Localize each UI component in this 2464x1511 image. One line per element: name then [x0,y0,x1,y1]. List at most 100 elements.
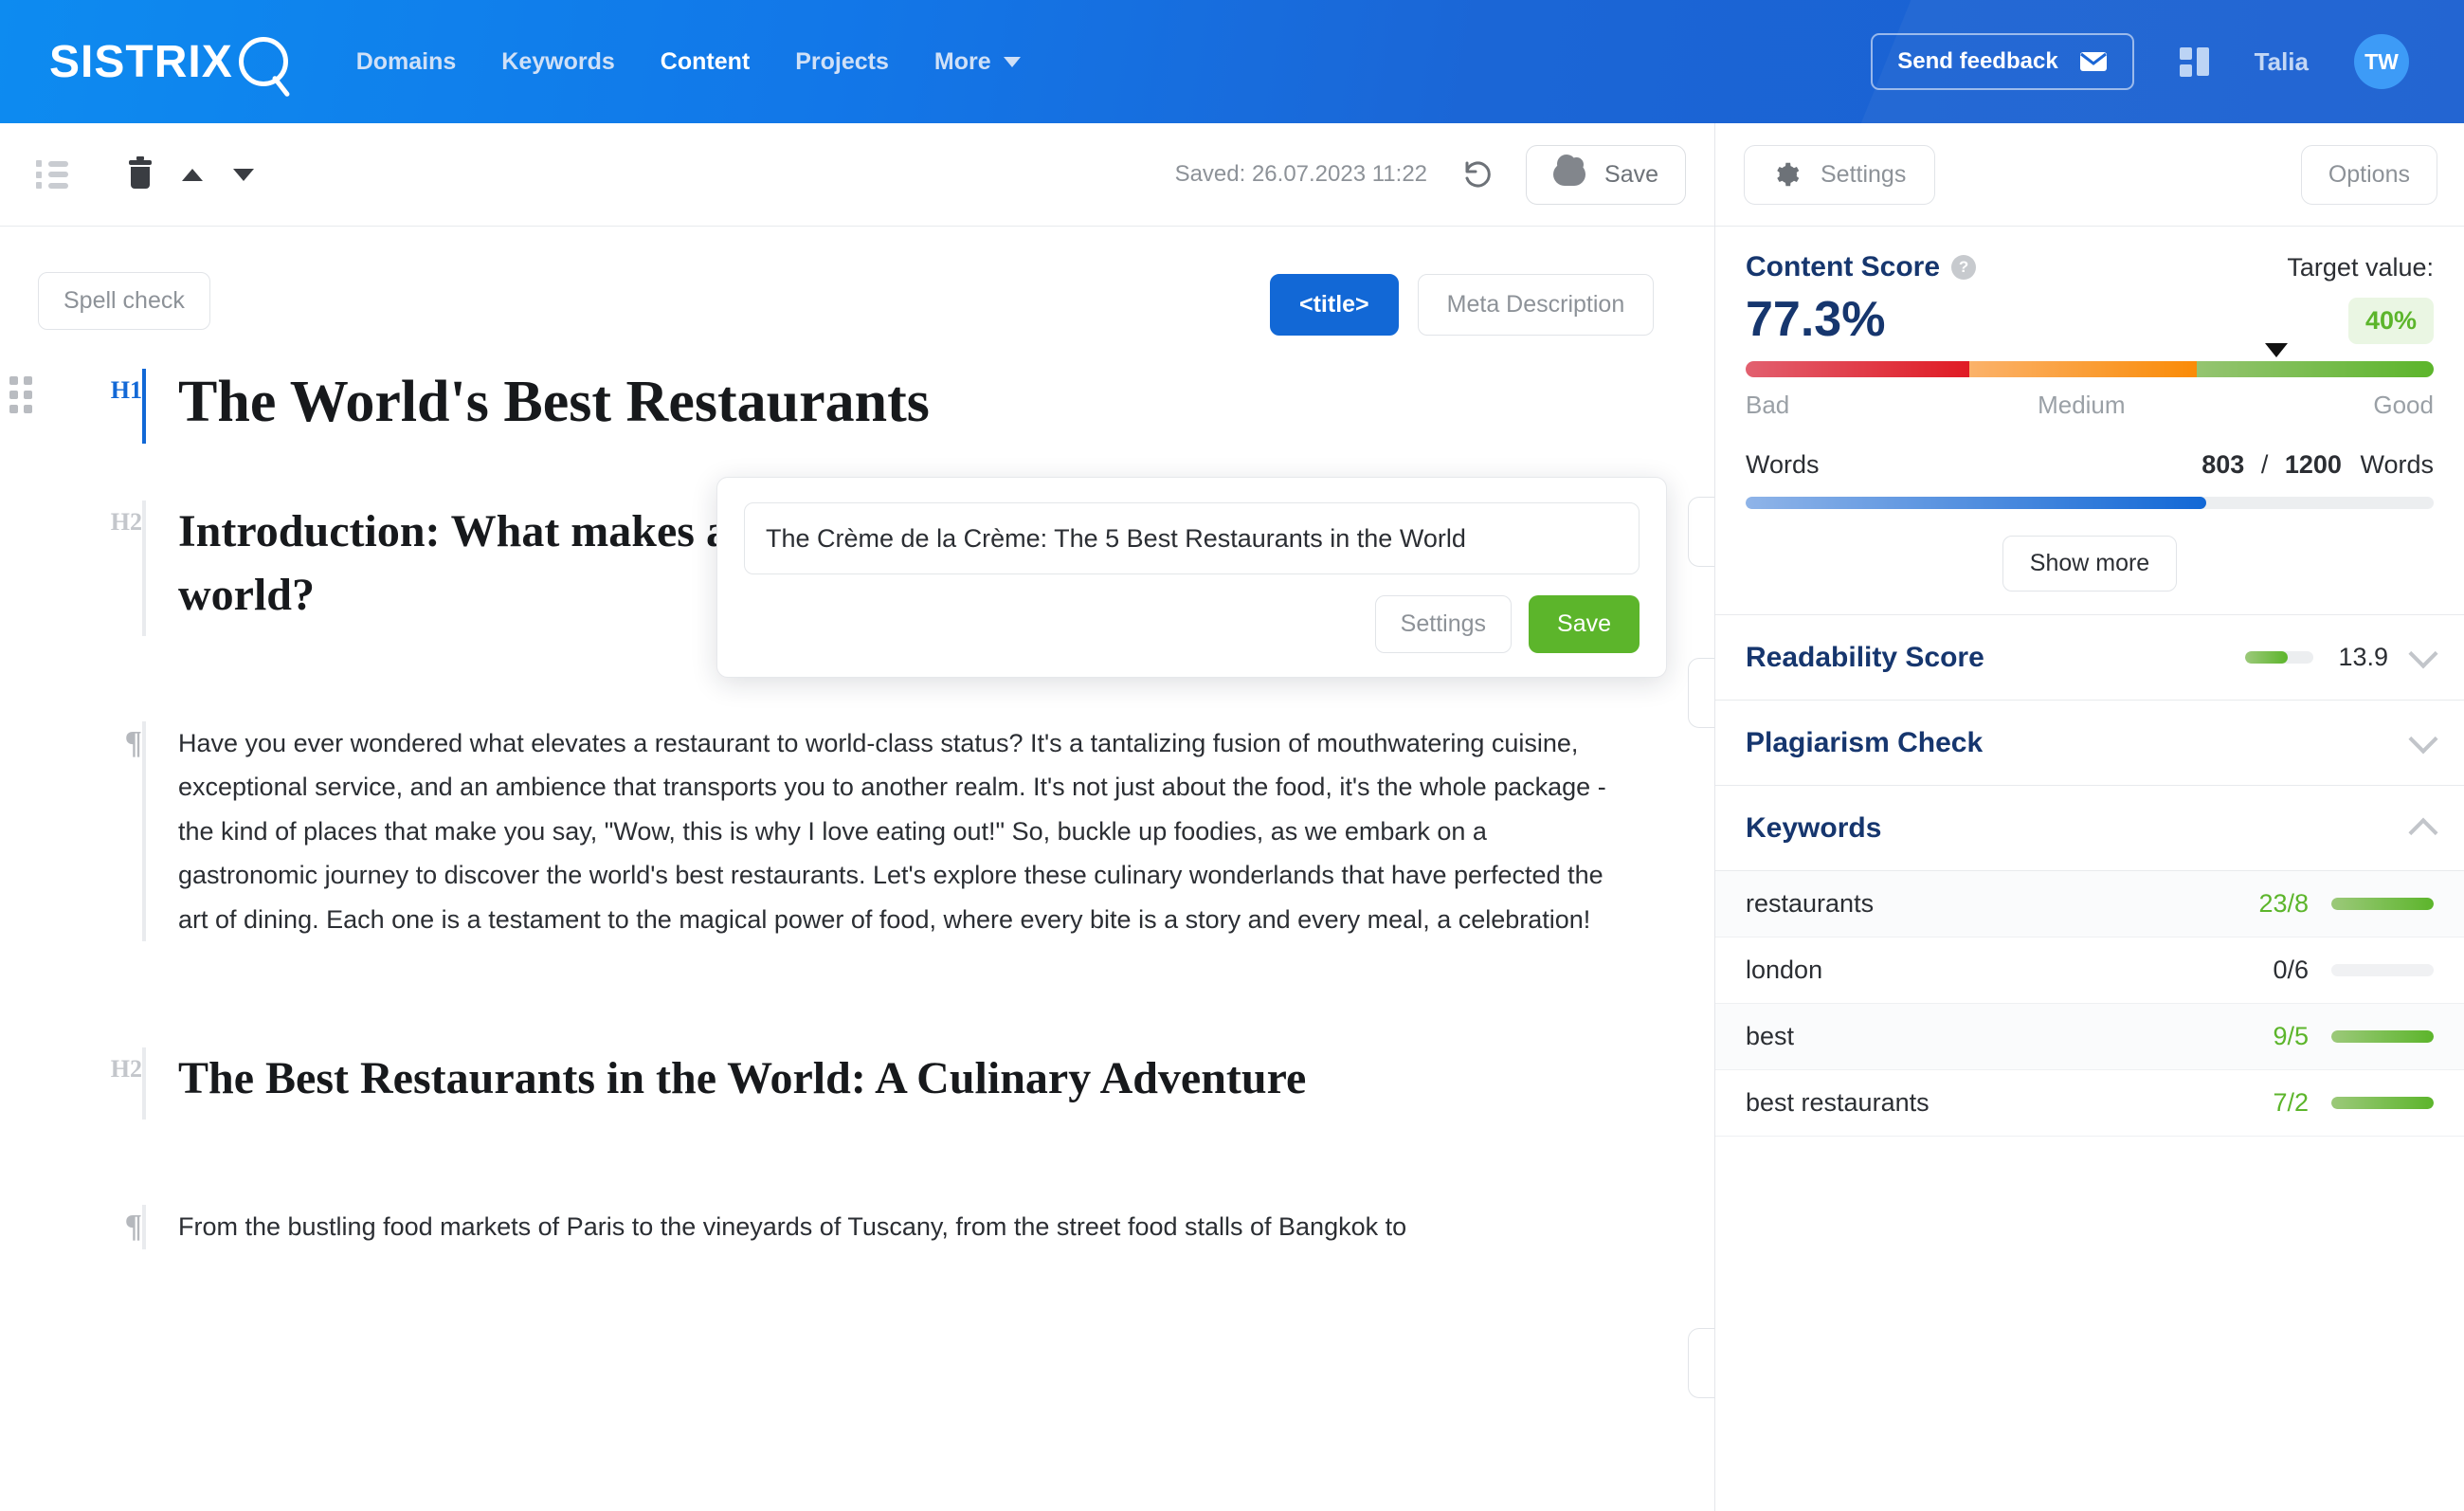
accordion-title: Keywords [1746,811,1882,844]
title-popup-actions: Settings Save [744,595,1640,653]
move-block-up-button[interactable] [182,168,203,181]
block-tag-label: H1 [110,376,142,404]
drag-handle-icon[interactable] [9,376,32,413]
content-score-title: Content Score [1746,251,1941,282]
keyword-row[interactable]: best restaurants 7/2 [1715,1070,2464,1137]
nav-item-domains[interactable]: Domains [356,48,457,76]
words-row: Words 803 / 1200 Words [1746,450,2434,480]
gear-icon [1777,162,1800,187]
title-editor-popup: Settings Save [716,477,1667,678]
edge-action-button[interactable] [1688,497,1714,567]
seo-snippet-tabs: <title> Meta Description [1270,274,1655,336]
gauge-label-good: Good [2373,391,2434,419]
block-h2-best-restaurants[interactable]: H2 The Best Restaurants in the World: A … [0,1047,1714,1120]
nav-item-more-label: More [933,47,991,75]
keyword-metrics: 9/5 [2273,1022,2434,1051]
apps-grid-icon[interactable] [2179,46,2209,77]
tab-meta-description[interactable]: Meta Description [1417,274,1655,336]
gauge-segment-bad [1746,361,1969,377]
keyword-metrics: 0/6 [2273,956,2434,985]
delete-block-button[interactable] [129,156,152,189]
accordion-right [2408,817,2438,847]
heading-2-best-restaurants[interactable]: The Best Restaurants in the World: A Cul… [178,1047,1495,1120]
edge-action-button[interactable] [1688,1328,1714,1398]
title-popup-settings-button[interactable]: Settings [1374,595,1513,653]
nav-item-content[interactable]: Content [661,48,750,76]
words-progress-bar [1746,497,2434,509]
envelope-icon [2079,52,2107,71]
accordion-plagiarism-check[interactable]: Plagiarism Check [1715,701,2464,786]
accordion-keywords[interactable]: Keywords [1715,786,2464,871]
send-feedback-label: Send feedback [1897,48,2058,74]
block-gutter: H2 [0,1047,142,1120]
block-gutter: ¶ [0,1205,142,1248]
user-name-label[interactable]: Talia [2255,47,2309,77]
panel-settings-button[interactable]: Settings [1744,144,1936,205]
accordion-readability-score[interactable]: Readability Score 13.9 [1715,615,2464,701]
sistrix-logo[interactable]: SISTRIX [49,36,288,88]
block-tag-label: H2 [110,1054,142,1083]
send-feedback-button[interactable]: Send feedback [1871,33,2134,90]
words-target: 1200 [2284,450,2342,479]
show-more-wrap: Show more [1746,536,2434,592]
nav-item-projects[interactable]: Projects [795,48,889,76]
outline-list-icon[interactable] [36,160,68,189]
block-body: The Best Restaurants in the World: A Cul… [142,1047,1714,1120]
words-separator: / [2260,450,2269,479]
content-score-gauge [1746,343,2434,377]
editor-toolbar: Saved: 26.07.2023 11:22 Save [0,123,1714,227]
words-progress-fill [1746,497,2207,509]
tab-title[interactable]: <title> [1270,274,1399,336]
show-more-button[interactable]: Show more [2002,536,2178,592]
panel-options-button[interactable]: Options [2300,144,2437,205]
gauge-label-medium: Medium [2038,391,2126,419]
keyword-row[interactable]: london 0/6 [1715,938,2464,1004]
chevron-down-icon [1003,56,1021,67]
keyword-metrics: 7/2 [2273,1088,2434,1118]
chevron-up-icon[interactable] [2408,817,2438,847]
editor-toolbar-right: Saved: 26.07.2023 11:22 Save [1175,144,1686,205]
brand-name: SISTRIX [49,36,233,87]
words-label: Words [1746,450,1820,479]
chevron-down-icon[interactable] [2408,723,2438,754]
content-score-value: 77.3% [1746,292,1886,347]
block-gutter: H1 [0,369,142,444]
block-gutter: ¶ [0,721,142,941]
block-gutter: H2 [0,501,142,635]
save-document-button[interactable]: Save [1526,144,1686,205]
gauge-scale-labels: Bad Medium Good [1746,391,2434,420]
keyword-row[interactable]: restaurants 23/8 [1715,871,2464,938]
paragraph-second[interactable]: From the bustling food markets of Paris … [178,1205,1628,1248]
keyword-bar [2331,898,2434,910]
magnifier-icon [238,37,288,86]
nav-item-keywords[interactable]: Keywords [501,48,614,76]
move-block-down-button[interactable] [233,168,254,181]
block-paragraph-intro[interactable]: ¶ Have you ever wondered what elevates a… [0,720,1714,941]
gauge-segment-medium [1968,361,2197,377]
spell-check-button[interactable]: Spell check [38,272,210,330]
title-input[interactable] [744,502,1640,574]
keyword-name: restaurants [1746,889,1875,918]
block-paragraph-second[interactable]: ¶ From the bustling food markets of Pari… [0,1205,1714,1249]
cloud-icon [1553,155,1586,186]
gauge-marker-icon [2265,343,2289,357]
nav-item-more[interactable]: More [934,48,1021,76]
help-icon[interactable]: ? [1951,255,1977,280]
heading-1[interactable]: The World's Best Restaurants [178,369,1714,444]
title-popup-save-button[interactable]: Save [1529,595,1640,653]
keyword-bar [2331,1097,2434,1109]
editor-column: Saved: 26.07.2023 11:22 Save Spell check… [0,123,1715,1511]
gauge-label-bad: Bad [1746,391,1790,419]
main-nav-links: Domains Keywords Content Projects More [356,48,1021,76]
block-body: Have you ever wondered what elevates a r… [142,720,1714,941]
undo-icon[interactable] [1459,157,1494,191]
paragraph-intro[interactable]: Have you ever wondered what elevates a r… [178,721,1628,941]
app-shell: Saved: 26.07.2023 11:22 Save Spell check… [0,123,2464,1511]
keyword-count: 0/6 [2273,956,2309,984]
chevron-down-icon[interactable] [2408,638,2438,668]
block-h1[interactable]: H1 The World's Best Restaurants [0,369,1714,445]
avatar[interactable]: TW [2354,34,2409,89]
edge-action-button[interactable] [1688,658,1714,728]
keyword-row[interactable]: best 9/5 [1715,1004,2464,1070]
accordion-right [2408,723,2438,754]
